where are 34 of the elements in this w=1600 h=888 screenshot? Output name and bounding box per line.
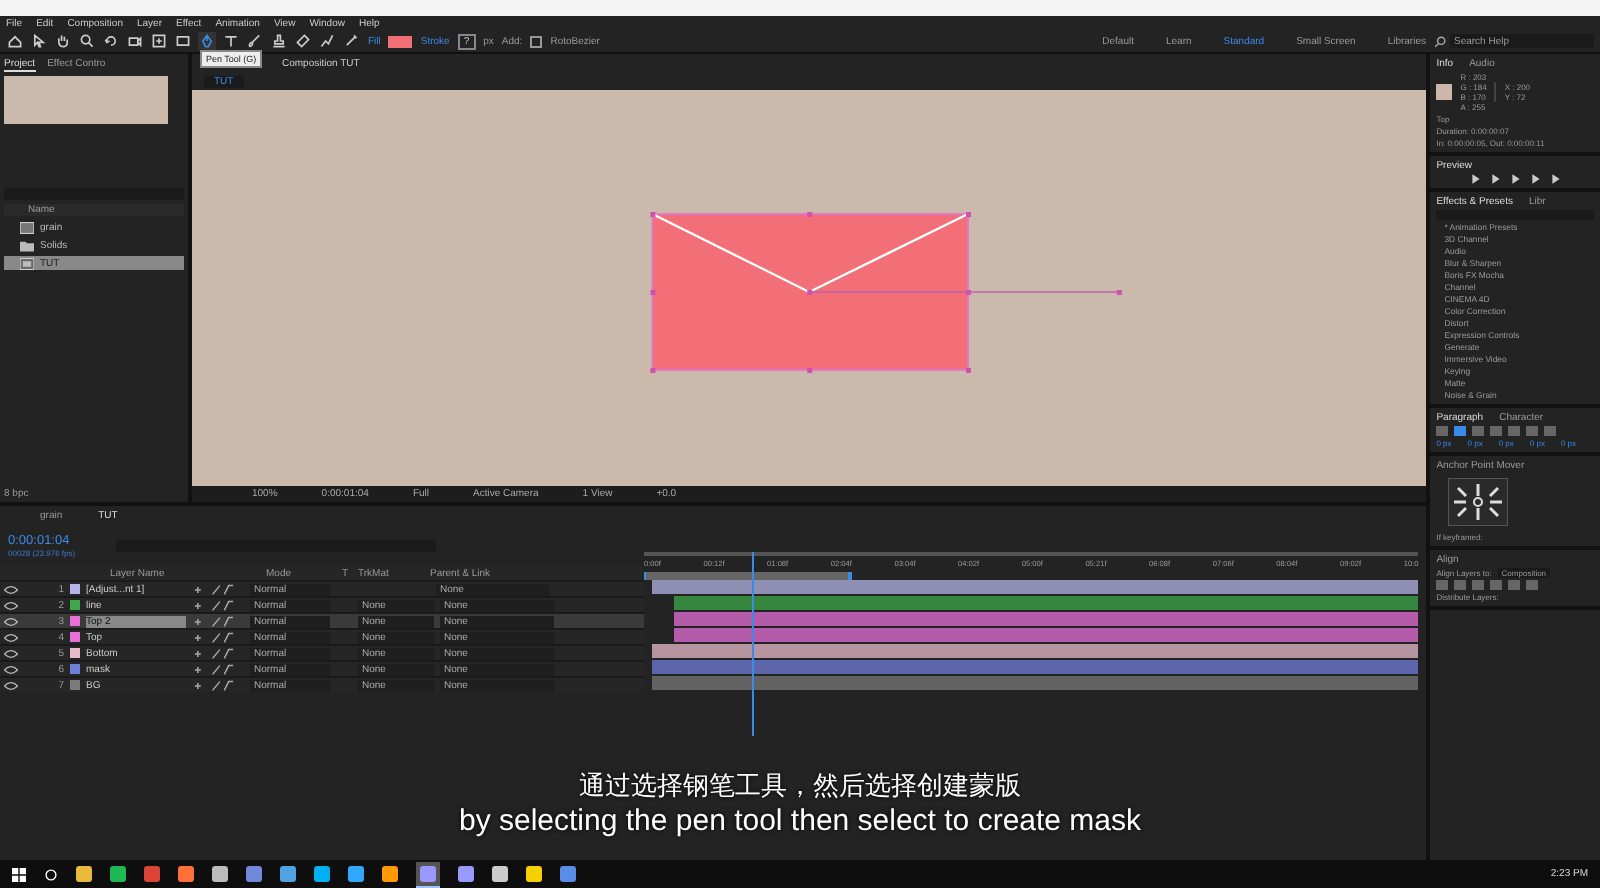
footage-icon (20, 221, 34, 233)
label-color[interactable] (70, 648, 80, 658)
label-color[interactable] (70, 680, 80, 690)
label-color[interactable] (70, 664, 80, 674)
subtitle: 通过选择钢笔工具，然后选择创建蒙版 (579, 768, 1021, 804)
app-icon[interactable] (416, 861, 440, 887)
crosshair-icon[interactable] (150, 32, 168, 50)
eraser-icon[interactable] (294, 32, 312, 50)
color-swatch (1436, 84, 1453, 100)
label-color[interactable] (70, 616, 80, 626)
arrow-icon[interactable] (30, 32, 48, 50)
zoom-icon[interactable] (78, 32, 96, 50)
rotate-icon[interactable] (102, 32, 120, 50)
roto-brush-icon[interactable] (318, 32, 336, 50)
pin-icon[interactable] (342, 32, 360, 50)
pen-icon[interactable] (198, 32, 216, 50)
composition-icon (20, 257, 34, 269)
stamp-icon[interactable] (270, 32, 288, 50)
anchor-arrows-icon[interactable] (1448, 478, 1509, 526)
rectangle-icon[interactable] (174, 32, 192, 50)
brush-icon[interactable] (246, 32, 264, 50)
search-icon[interactable] (44, 867, 58, 881)
subtitle: by selecting the pen tool then select to create mask (458, 804, 1142, 838)
text-tool-icon[interactable] (222, 32, 240, 50)
label-color[interactable] (70, 600, 80, 610)
fill-swatch[interactable] (388, 35, 413, 47)
hand-icon[interactable] (54, 32, 72, 50)
camera-icon[interactable] (126, 32, 144, 50)
search-icon (1434, 35, 1446, 47)
label-color[interactable] (70, 584, 80, 594)
label-color[interactable] (70, 632, 80, 642)
rotobezier-checkbox[interactable] (530, 35, 543, 47)
windows-icon[interactable] (12, 867, 26, 881)
home-icon[interactable] (6, 32, 24, 50)
